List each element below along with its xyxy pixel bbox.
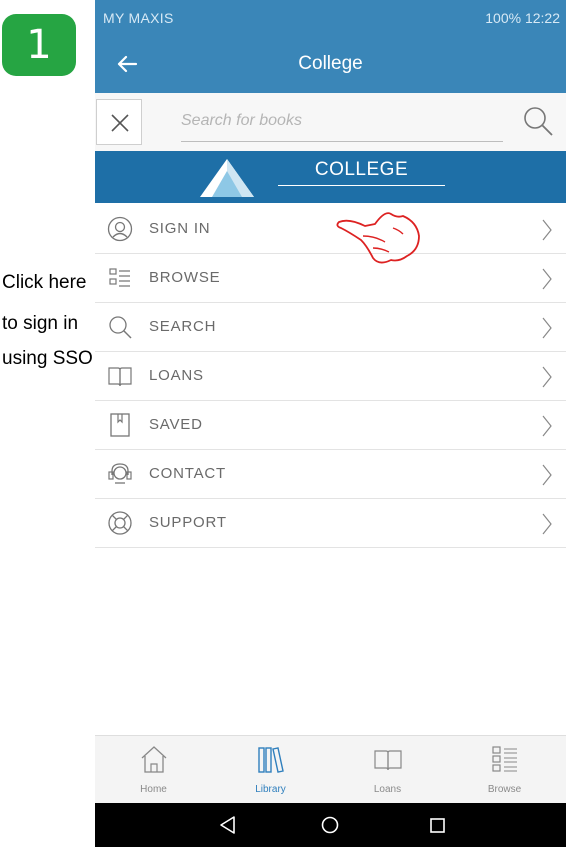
menu-item-label: BROWSE (149, 269, 221, 286)
carrier-label: MY MAXIS (103, 10, 174, 26)
step-badge: 1 (2, 14, 76, 76)
menu-item-sign-in[interactable]: SIGN IN (95, 205, 566, 254)
nav-label: Browse (487, 784, 522, 795)
nav-label: Home (140, 784, 167, 795)
headset-icon (108, 463, 132, 484)
menu-item-browse[interactable]: BROWSE (95, 254, 566, 303)
menu-item-contact[interactable]: CONTACT (95, 450, 566, 499)
search-input[interactable] (181, 101, 503, 142)
menu-item-label: CONTACT (149, 465, 226, 482)
menu-item-label: SAVED (149, 416, 203, 433)
battery-time: 100% 12:22 (485, 10, 560, 26)
nav-label: Library (255, 784, 286, 795)
chevron-right-icon (542, 366, 552, 388)
clear-search-button[interactable] (96, 99, 142, 145)
home-circle-icon[interactable] (315, 810, 345, 840)
main-menu: SIGN IN BROWSE SEARCH LOANS SAVED CONTAC… (95, 205, 566, 548)
user-circle-icon (107, 216, 133, 242)
book-icon (108, 367, 132, 387)
menu-item-label: LOANS (149, 367, 204, 384)
menu-item-label: SEARCH (149, 318, 217, 335)
bookmark-icon (110, 413, 130, 437)
home-icon (141, 746, 167, 773)
chevron-right-icon (542, 219, 552, 241)
menu-item-saved[interactable]: SAVED (95, 401, 566, 450)
list-icon (492, 746, 517, 772)
recents-square-icon[interactable] (422, 810, 452, 840)
menu-item-label: SIGN IN (149, 220, 211, 237)
page-title: College (298, 53, 363, 74)
system-navigation-bar (95, 803, 566, 847)
nav-label: Loans (373, 784, 402, 795)
lifebuoy-icon (108, 511, 132, 535)
nav-library[interactable]: Library (212, 736, 329, 804)
app-bar: College (95, 35, 566, 93)
banner-title: COLLEGE (314, 159, 409, 180)
college-logo (200, 159, 254, 197)
annotation-line-1: Click here (2, 272, 87, 293)
chevron-right-icon (542, 513, 552, 535)
menu-item-label: SUPPORT (149, 514, 227, 531)
search-bar (95, 93, 566, 151)
list-icon (109, 268, 130, 287)
nav-home[interactable]: Home (95, 736, 212, 804)
chevron-right-icon (542, 268, 552, 290)
chevron-right-icon (542, 415, 552, 437)
menu-item-loans[interactable]: LOANS (95, 352, 566, 401)
status-bar: MY MAXIS 100% 12:22 (95, 0, 566, 35)
nav-loans[interactable]: Loans (329, 736, 446, 804)
phone-screen: MY MAXIS 100% 12:22 College Search for b… (95, 0, 566, 847)
close-icon (111, 114, 129, 132)
banner-underline (278, 185, 445, 186)
nav-browse[interactable]: Browse (446, 736, 563, 804)
library-icon (258, 747, 284, 773)
college-banner: COLLEGE (95, 151, 566, 203)
menu-item-search[interactable]: SEARCH (95, 303, 566, 352)
search-icon (524, 107, 553, 136)
pointing-hand-icon (336, 212, 420, 264)
bottom-navigation: Home Library Loans Browse (95, 735, 566, 804)
annotation-line-3: using SSO (2, 348, 93, 369)
search-button[interactable] (522, 105, 558, 141)
annotation-line-2: to sign in (2, 313, 79, 334)
chevron-right-icon (542, 317, 552, 339)
book-icon (374, 750, 402, 771)
chevron-right-icon (542, 464, 552, 486)
menu-item-support[interactable]: SUPPORT (95, 499, 566, 548)
search-icon (109, 316, 132, 339)
back-triangle-icon[interactable] (213, 810, 243, 840)
